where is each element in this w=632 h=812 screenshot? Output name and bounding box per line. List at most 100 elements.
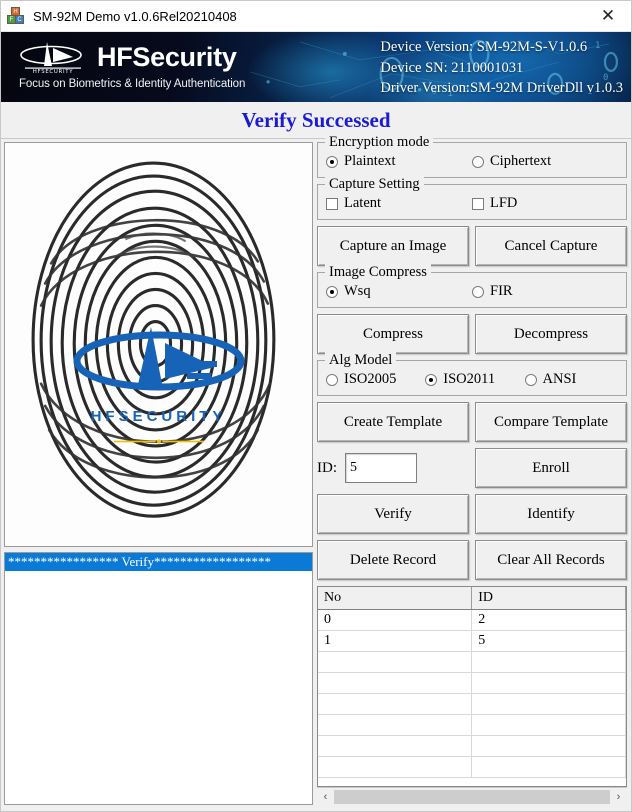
hf-watermark-icon — [73, 326, 244, 391]
record-buttons-row: Delete Record Clear All Records — [317, 540, 627, 580]
radio-fir-label: FIR — [490, 283, 513, 299]
driver-version: Driver Version:SM-92M DriverDll v1.0.3 — [380, 80, 623, 97]
radio-ansi-label: ANSI — [542, 371, 577, 387]
checkbox-lfd-label: LFD — [490, 195, 518, 211]
cell-id: 2 — [471, 609, 626, 631]
table-row[interactable] — [318, 672, 626, 694]
clear-all-records-button[interactable]: Clear All Records — [475, 540, 627, 580]
radio-indicator-icon — [472, 155, 484, 168]
fingerprint-preview: HFSECURITY — [4, 142, 313, 547]
radio-ciphertext-label: Ciphertext — [490, 153, 552, 169]
window-title: SM-92M Demo v1.0.6Rel20210408 — [33, 8, 237, 24]
radio-ciphertext[interactable]: Ciphertext — [472, 153, 618, 170]
checkbox-latent[interactable]: Latent — [326, 195, 472, 212]
checkbox-lfd[interactable]: LFD — [472, 195, 618, 212]
delete-record-button[interactable]: Delete Record — [317, 540, 469, 580]
log-list[interactable]: ***************** Verify****************… — [4, 552, 313, 805]
table-row[interactable] — [318, 651, 626, 673]
table-row[interactable] — [318, 756, 626, 778]
radio-iso2005-label: ISO2005 — [344, 371, 397, 387]
checkbox-indicator-icon — [472, 197, 484, 210]
horizontal-scrollbar[interactable]: ‹ › — [317, 787, 627, 805]
log-list-item-selected[interactable]: ***************** Verify****************… — [5, 553, 312, 571]
svg-text:HFSECURITY: HFSECURITY — [33, 69, 74, 74]
capture-setting-group: Capture Setting Latent LFD — [317, 176, 627, 220]
radio-iso2011[interactable]: ISO2011 — [425, 371, 524, 388]
radio-indicator-icon — [326, 155, 338, 168]
alg-model-legend: Alg Model — [325, 352, 397, 369]
radio-plaintext[interactable]: Plaintext — [326, 153, 472, 170]
id-row: ID: Enroll — [317, 448, 627, 488]
encryption-mode-group: Encryption mode Plaintext Ciphertext — [317, 134, 627, 178]
status-message: Verify Successed — [241, 107, 391, 132]
encryption-mode-legend: Encryption mode — [325, 134, 434, 151]
cell-no — [318, 714, 473, 736]
compare-template-button[interactable]: Compare Template — [475, 402, 627, 442]
create-template-button[interactable]: Create Template — [317, 402, 469, 442]
radio-ansi[interactable]: ANSI — [524, 371, 618, 388]
table-row[interactable]: 02 — [318, 609, 626, 631]
radio-wsq[interactable]: Wsq — [326, 283, 472, 300]
device-sn: Device SN: 2110001031 — [380, 59, 524, 76]
status-bar: Verify Successed — [1, 102, 631, 139]
checkbox-indicator-icon — [326, 197, 338, 210]
cell-id — [471, 735, 626, 757]
cell-id — [471, 756, 626, 778]
cell-id — [471, 672, 626, 694]
title-bar: HFC SM-92M Demo v1.0.6Rel20210408 ✕ — [1, 1, 631, 32]
compress-button[interactable]: Compress — [317, 314, 469, 354]
table-row[interactable]: 15 — [318, 630, 626, 652]
capture-image-button[interactable]: Capture an Image — [317, 226, 469, 266]
verify-button[interactable]: Verify — [317, 494, 469, 534]
table-row[interactable] — [318, 714, 626, 736]
radio-fir[interactable]: FIR — [472, 283, 618, 300]
column-header-no[interactable]: No — [318, 587, 473, 610]
cancel-capture-button[interactable]: Cancel Capture — [475, 226, 627, 266]
records-table[interactable]: No ID 0215 — [317, 586, 627, 787]
cell-no: 0 — [318, 609, 473, 631]
table-row[interactable] — [318, 735, 626, 757]
identify-button[interactable]: Identify — [475, 494, 627, 534]
fingerprint-watermark: HFSECURITY — [54, 321, 264, 425]
radio-plaintext-label: Plaintext — [344, 153, 396, 169]
capture-buttons-row: Capture an Image Cancel Capture — [317, 226, 627, 266]
image-compress-group: Image Compress Wsq FIR — [317, 264, 627, 308]
cell-id — [471, 651, 626, 673]
cell-no — [318, 672, 473, 694]
enroll-button[interactable]: Enroll — [475, 448, 627, 488]
cell-id: 5 — [471, 630, 626, 652]
cell-no: 1 — [318, 630, 473, 652]
alg-model-group: Alg Model ISO2005 ISO2011 ANSI — [317, 352, 627, 396]
scan-line-icon — [113, 439, 204, 444]
brand-tagline: Focus on Biometrics & Identity Authentic… — [19, 78, 246, 90]
cell-id — [471, 714, 626, 736]
scrollbar-track[interactable] — [334, 789, 610, 804]
image-compress-legend: Image Compress — [325, 264, 431, 281]
cell-no — [318, 651, 473, 673]
brand-logo: HFSECURITY HFSecurity Focus on Biometric… — [17, 40, 267, 90]
app-blocks-icon: HFC — [7, 7, 25, 25]
main-content: HFSECURITY ***************** Verify*****… — [1, 134, 631, 811]
radio-indicator-icon — [425, 373, 438, 386]
id-input[interactable] — [345, 453, 417, 483]
scrollbar-thumb[interactable] — [334, 789, 610, 804]
table-row[interactable] — [318, 693, 626, 715]
decompress-button[interactable]: Decompress — [475, 314, 627, 354]
scroll-right-arrow-icon[interactable]: › — [610, 789, 627, 805]
radio-indicator-icon — [326, 285, 338, 298]
cell-id — [471, 693, 626, 715]
device-version: Device Version: SM-92M-S-V1.0.6 — [380, 39, 588, 55]
column-header-id[interactable]: ID — [471, 587, 626, 610]
table-header-row: No ID — [318, 587, 626, 610]
id-label: ID: — [317, 459, 337, 476]
compress-buttons-row: Compress Decompress — [317, 314, 627, 354]
scroll-left-arrow-icon[interactable]: ‹ — [317, 789, 334, 805]
radio-indicator-icon — [472, 285, 484, 298]
app-window: HFC SM-92M Demo v1.0.6Rel20210408 ✕ 010 … — [0, 0, 632, 812]
device-info: Device Version: SM-92M-S-V1.0.6 Device S… — [380, 37, 623, 99]
cell-no — [318, 756, 473, 778]
brand-name: HFSecurity — [97, 41, 237, 72]
close-icon[interactable]: ✕ — [585, 1, 631, 31]
radio-iso2005[interactable]: ISO2005 — [326, 371, 425, 388]
hf-logo-icon: HFSECURITY — [17, 40, 89, 75]
